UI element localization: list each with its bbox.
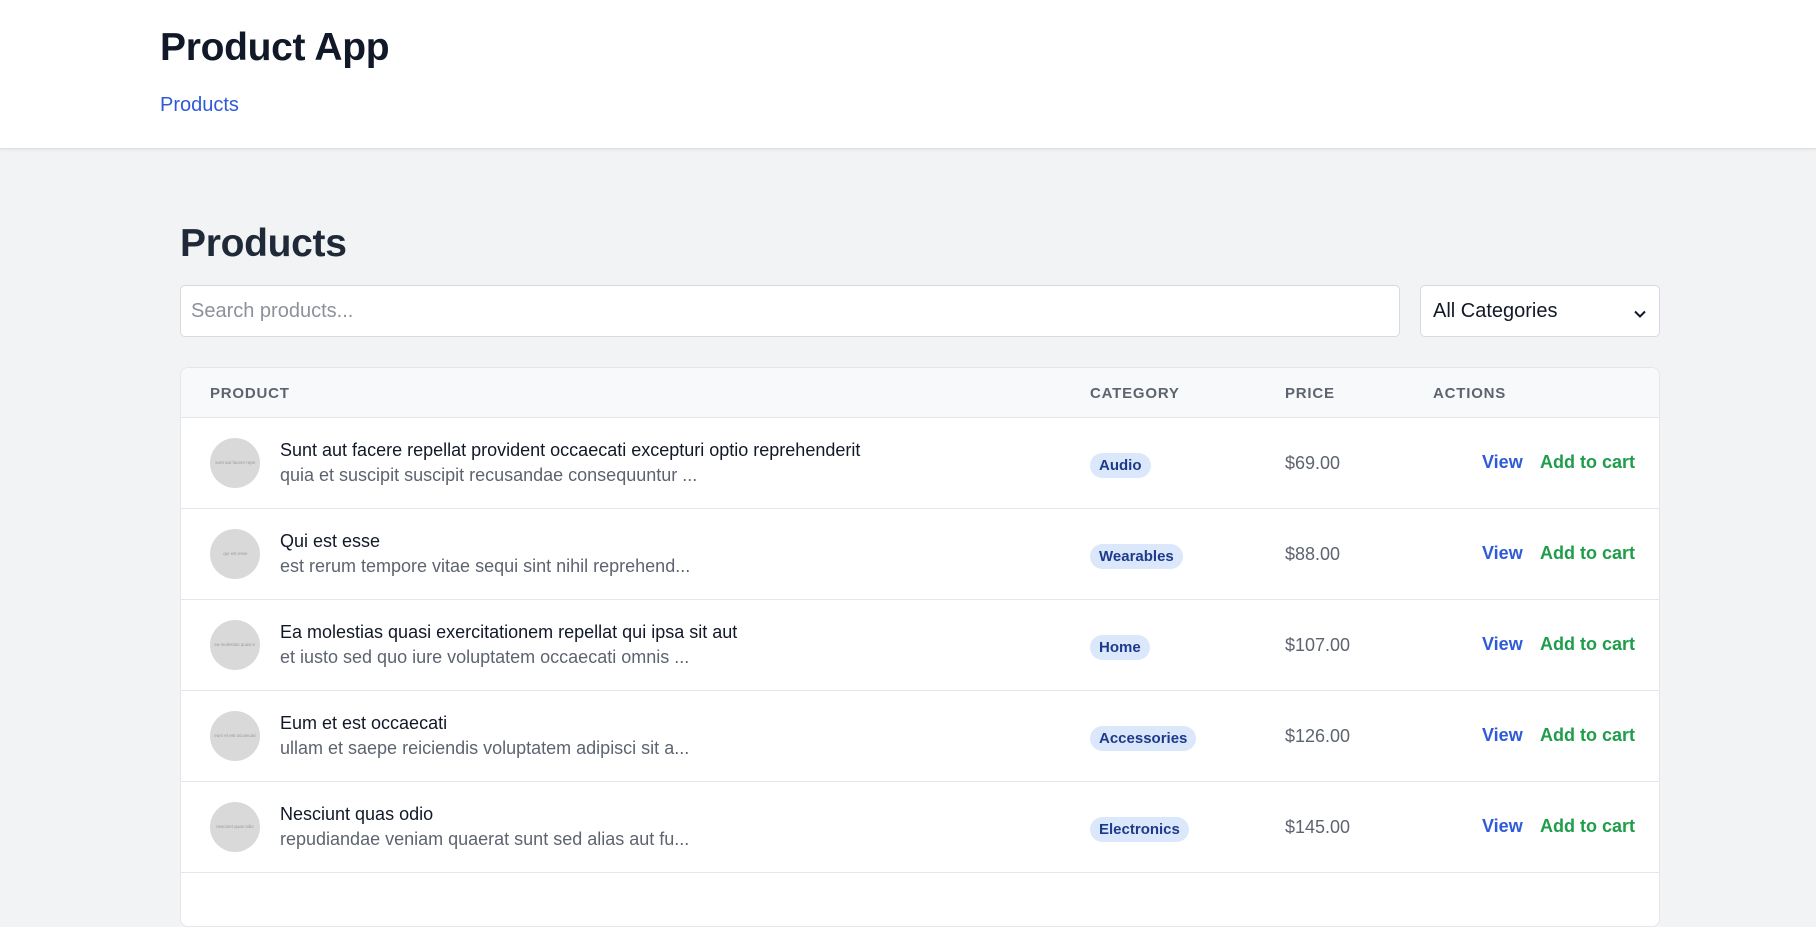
product-title: Ea molestias quasi exercitationem repell… <box>280 622 738 642</box>
product-title: Sunt aut facere repellat provident occae… <box>280 440 861 460</box>
category-badge: Home <box>1090 635 1150 660</box>
table-row: nesciunt quas odio Nesciunt quas odio re… <box>181 782 1659 873</box>
column-header-price: PRICE <box>1285 385 1335 402</box>
thumbnail-text: eum et est occaecati <box>214 733 256 739</box>
add-to-cart-button[interactable]: Add to cart <box>1540 452 1635 473</box>
table-row: eum et est occaecati Eum et est occaecat… <box>181 691 1659 782</box>
table-row: sunt aut facere repe Sunt aut facere rep… <box>181 418 1659 509</box>
table-header: PRODUCT CATEGORY PRICE ACTIONS <box>181 368 1659 418</box>
thumbnail-text: nesciunt quas odio <box>216 824 254 830</box>
product-price: $145.00 <box>1285 817 1351 837</box>
product-title: Nesciunt quas odio <box>280 804 434 824</box>
nav-link-products[interactable]: Products <box>160 94 239 117</box>
product-price: $88.00 <box>1285 544 1341 564</box>
page-title: Products <box>180 222 347 265</box>
product-description: repudiandae veniam quaerat sunt sed alia… <box>280 829 690 849</box>
category-badge: Wearables <box>1090 544 1183 569</box>
product-thumbnail: nesciunt quas odio <box>210 802 260 852</box>
category-select-value: All Categories <box>1433 299 1558 322</box>
thumbnail-text: qui est esse <box>222 551 248 557</box>
column-header-actions: ACTIONS <box>1433 385 1507 402</box>
category-badge: Electronics <box>1090 817 1189 842</box>
product-thumbnail: qui est esse <box>210 529 260 579</box>
view-button[interactable]: View <box>1482 634 1523 655</box>
product-description: est rerum tempore vitae sequi sint nihil… <box>280 556 691 576</box>
thumbnail-text: ea molestias quasi e <box>214 642 256 648</box>
category-badge: Accessories <box>1090 726 1197 751</box>
table-row: ea molestias quasi e Ea molestias quasi … <box>181 600 1659 691</box>
column-header-category: CATEGORY <box>1090 385 1180 402</box>
column-header-product: PRODUCT <box>210 385 290 402</box>
products-table: PRODUCT CATEGORY PRICE ACTIONS sunt aut … <box>180 367 1660 927</box>
chevron-down-icon <box>1633 304 1647 318</box>
category-select[interactable]: All Categories <box>1420 285 1660 337</box>
product-thumbnail: sunt aut facere repe <box>210 438 260 488</box>
add-to-cart-button[interactable]: Add to cart <box>1540 634 1635 655</box>
product-description: ullam et saepe reiciendis voluptatem adi… <box>280 738 690 758</box>
search-input[interactable] <box>180 285 1400 337</box>
product-description: et iusto sed quo iure voluptatem occaeca… <box>280 647 690 667</box>
view-button[interactable]: View <box>1482 543 1523 564</box>
category-badge: Audio <box>1090 453 1151 478</box>
app-title: Product App <box>160 26 390 69</box>
add-to-cart-button[interactable]: Add to cart <box>1540 725 1635 746</box>
product-price: $107.00 <box>1285 635 1351 655</box>
product-title: Eum et est occaecati <box>280 713 448 733</box>
table-row: qui est esse Qui est esse est rerum temp… <box>181 509 1659 600</box>
add-to-cart-button[interactable]: Add to cart <box>1540 543 1635 564</box>
view-button[interactable]: View <box>1482 452 1523 473</box>
product-price: $69.00 <box>1285 453 1341 473</box>
product-title: Qui est esse <box>280 531 381 551</box>
thumbnail-text: sunt aut facere repe <box>214 460 256 466</box>
product-price: $126.00 <box>1285 726 1351 746</box>
view-button[interactable]: View <box>1482 725 1523 746</box>
app-header: Product App Products <box>0 0 1816 149</box>
product-description: quia et suscipit suscipit recusandae con… <box>280 465 698 485</box>
product-thumbnail: ea molestias quasi e <box>210 620 260 670</box>
add-to-cart-button[interactable]: Add to cart <box>1540 816 1635 837</box>
product-thumbnail: eum et est occaecati <box>210 711 260 761</box>
view-button[interactable]: View <box>1482 816 1523 837</box>
